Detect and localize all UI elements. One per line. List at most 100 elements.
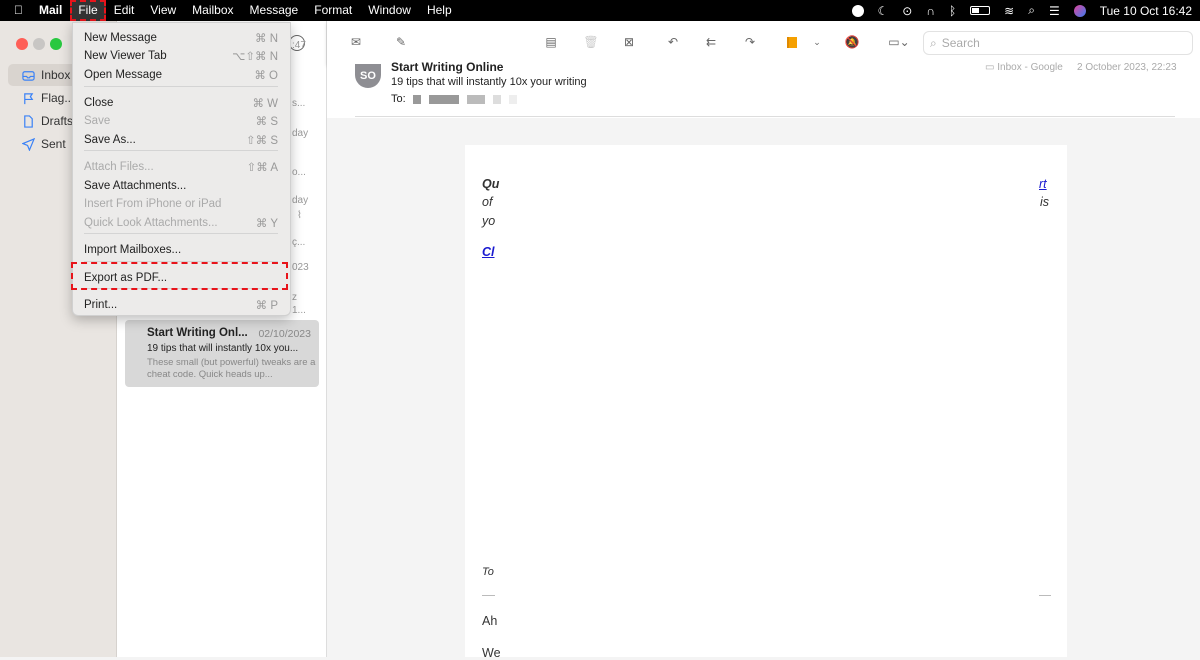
menu-window[interactable]: Window <box>360 0 419 21</box>
menu-item-shortcut: ⌘ N <box>255 33 278 45</box>
body-link[interactable]: rt <box>1039 177 1047 191</box>
spotlight-search-icon[interactable]: ⌕ <box>1028 3 1035 18</box>
clock[interactable]: Tue 10 Oct 16:42 <box>1100 4 1192 18</box>
menu-item-shortcut: ⇧⌘ A <box>246 162 278 174</box>
body-text: of <box>482 195 493 209</box>
menu-item-print[interactable]: Print... ⌘ P <box>84 296 278 314</box>
menu-app-mail[interactable]: Mail <box>31 0 70 21</box>
menu-separator <box>84 86 278 87</box>
battery-icon[interactable] <box>970 6 991 15</box>
divider <box>355 116 1175 117</box>
get-mail-icon[interactable]: ✉ <box>346 32 366 52</box>
zoom-window-button[interactable] <box>50 38 62 50</box>
list-fragment: 023 <box>292 262 309 273</box>
menu-item-shortcut: ⌥⇧⌘ N <box>232 51 278 63</box>
reply-all-icon[interactable]: ⇇ <box>701 32 721 52</box>
mailbox-label: ▭ Inbox - Google <box>985 62 1063 73</box>
wifi-icon[interactable]: ≋ <box>1004 4 1014 18</box>
reply-icon[interactable]: ↶ <box>663 32 683 52</box>
menu-item-shortcut: ⌘ P <box>255 300 278 312</box>
list-fragment: 1... <box>292 305 306 316</box>
trash-icon[interactable]: 🗑 <box>581 32 601 52</box>
mute-bell-icon[interactable]: 🔕 <box>842 32 862 52</box>
menu-file[interactable]: File <box>70 0 106 21</box>
message-body: Qu rt of is yo Cl To Ah We <box>465 145 1067 660</box>
menu-item-save: Save ⌘ S <box>84 112 278 130</box>
message-preview: These small (but powerful) tweaks are a … <box>147 357 316 380</box>
menu-item-quick-look-attachments: Quick Look Attachments... ⌘ Y <box>84 214 278 232</box>
paper-plane-icon <box>22 137 35 151</box>
grammarly-icon[interactable] <box>851 4 864 17</box>
list-fragment: day <box>292 195 309 206</box>
forward-icon[interactable]: ↷ <box>740 32 760 52</box>
sidebar-item-label: Drafts <box>41 114 74 128</box>
body-text: yo <box>482 214 496 228</box>
play-icon[interactable]: ⊙ <box>902 4 912 18</box>
menu-item-close[interactable]: Close ⌘ W <box>84 94 278 112</box>
apple-menu-icon[interactable]:  <box>0 0 31 21</box>
archive-icon[interactable]: ▤ <box>541 32 561 52</box>
bluetooth-icon[interactable]: ᛒ <box>949 4 956 18</box>
message-date: 02/10/2023 <box>258 328 311 340</box>
menu-item-label: Import Mailboxes... <box>84 244 182 256</box>
body-text: Qu <box>482 177 500 191</box>
export-pdf-highlight <box>71 262 288 290</box>
close-window-button[interactable] <box>16 38 28 50</box>
headphones-icon[interactable]: ∩ <box>926 4 935 18</box>
divider <box>1039 595 1051 596</box>
menu-item-label: Insert From iPhone or iPad <box>84 198 222 210</box>
list-fragment: day <box>292 128 309 139</box>
junk-icon[interactable]: ⊠ <box>619 32 639 52</box>
minimize-window-button[interactable] <box>33 38 45 50</box>
search-icon: ⌕ <box>930 35 937 50</box>
search-placeholder: Search <box>941 36 980 50</box>
menu-item-insert-from-iphone-or-ipad: Insert From iPhone or iPad <box>84 195 278 213</box>
control-center-icon[interactable]: ☰ <box>1049 4 1060 18</box>
moon-icon[interactable]: ☾ <box>878 4 889 18</box>
menu-item-shortcut: ⌘ W <box>252 98 278 110</box>
menu-item-label: Save Attachments... <box>84 180 187 192</box>
menu-help[interactable]: Help <box>419 0 460 21</box>
message-sender: Start Writing Onl... <box>147 327 248 339</box>
list-fragment: z <box>292 292 297 303</box>
body-link[interactable]: Cl <box>482 245 495 259</box>
message-date: 2 October 2023, 22:23 <box>1077 62 1177 73</box>
flag-chevron-down-icon[interactable]: ⌄ <box>807 32 827 52</box>
message-header: SO Start Writing Online 19 tips that wil… <box>327 60 1200 118</box>
body-text: is <box>1040 195 1050 209</box>
menu-item-new-viewer-tab[interactable]: New Viewer Tab ⌥⇧⌘ N <box>84 47 278 65</box>
message-sender[interactable]: Start Writing Online <box>391 60 503 74</box>
menu-item-label: Print... <box>84 299 118 311</box>
flag-icon[interactable] <box>782 32 802 52</box>
status-area: ☾ ⊙ ∩ ᛒ ≋ ⌕ ☰ Tue 10 Oct 16:42 <box>851 0 1192 21</box>
menu-item-shortcut: ⇧⌘ S <box>245 135 278 147</box>
menu-edit[interactable]: Edit <box>106 0 143 21</box>
menu-item-label: New Viewer Tab <box>84 50 167 62</box>
menu-item-save-attachments[interactable]: Save Attachments... <box>84 177 278 195</box>
search-input[interactable]: ⌕ Search <box>923 31 1193 55</box>
menu-item-save-as[interactable]: Save As... ⇧⌘ S <box>84 131 278 149</box>
siri-icon[interactable] <box>1073 4 1086 17</box>
menu-mailbox[interactable]: Mailbox <box>184 0 241 21</box>
body-text: Ah <box>482 614 498 628</box>
menu-format[interactable]: Format <box>306 0 360 21</box>
move-folder-icon[interactable]: ▭⌄ <box>884 32 914 52</box>
list-fragment: s... <box>292 98 306 109</box>
menu-item-shortcut: ⌘ S <box>255 116 278 128</box>
menu-item-label: Quick Look Attachments... <box>84 217 218 229</box>
sidebar-item-label: Sent <box>41 137 66 151</box>
menu-item-new-message[interactable]: New Message ⌘ N <box>84 29 278 47</box>
menu-message[interactable]: Message <box>242 0 307 21</box>
menu-view[interactable]: View <box>142 0 184 21</box>
menu-separator <box>84 150 278 151</box>
selected-message-item[interactable]: Start Writing Onl... 02/10/2023 19 tips … <box>125 320 319 387</box>
menu-item-open-message[interactable]: Open Message ⌘ O <box>84 66 278 84</box>
compose-icon[interactable]: ✎ <box>391 32 411 52</box>
toolbar: ✉ ✎ ▤ 🗑 ⊠ ↶ ⇇ ↷ ⌄ 🔕 ▭⌄ ⌕ Search <box>327 21 1200 64</box>
to-label: To: <box>391 93 406 105</box>
menu-item-import-mailboxes[interactable]: Import Mailboxes... <box>84 241 278 259</box>
list-fragment: ç... <box>292 237 306 248</box>
menu-item-label: Attach Files... <box>84 161 154 173</box>
recipient-redacted <box>413 95 517 104</box>
message-subject: 19 tips that will instantly 10x your wri… <box>391 76 587 88</box>
